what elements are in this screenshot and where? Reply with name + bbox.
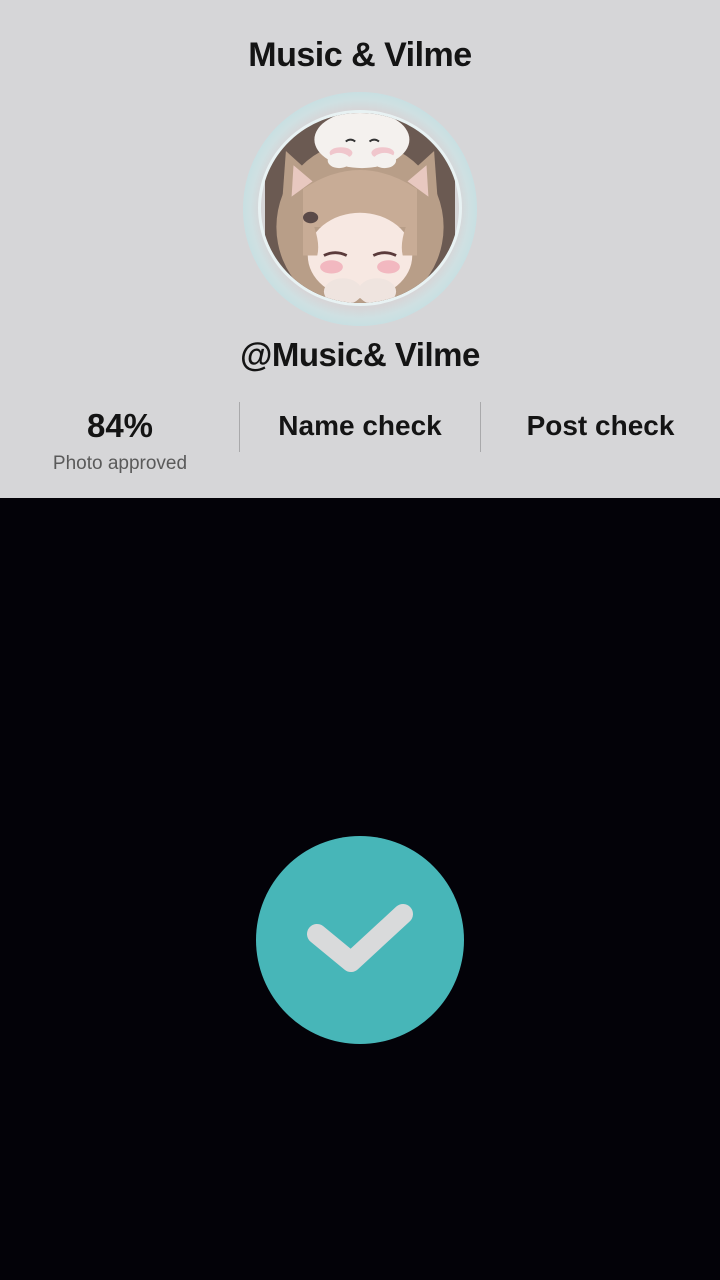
- stat-name-check[interactable]: Name check: [240, 400, 480, 480]
- stat-post-check[interactable]: Post check: [481, 400, 720, 480]
- photo-percentage: 84%: [86, 407, 154, 444]
- checkmark-icon: [307, 904, 413, 972]
- post-check-label: Post check: [526, 410, 675, 441]
- name-check-label: Name check: [278, 410, 442, 441]
- stat-photo[interactable]: 84% Photo approved: [20, 400, 220, 480]
- profile-panel: Music & Vilme @Music& Vilme 84% Photo ap…: [0, 0, 720, 498]
- username: @Music& Vilme: [240, 336, 480, 373]
- anime-girl-avatar-icon: [265, 113, 455, 303]
- display-name: Music & Vilme: [248, 36, 472, 74]
- avatar[interactable]: [258, 110, 462, 306]
- approve-button[interactable]: [256, 836, 464, 1044]
- photo-label: Photo approved: [52, 453, 188, 474]
